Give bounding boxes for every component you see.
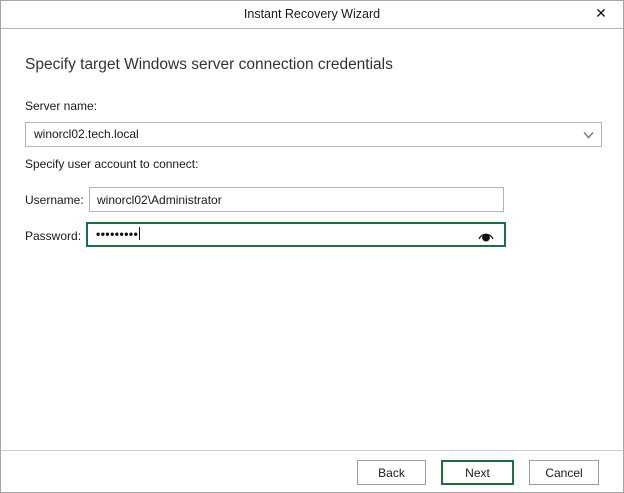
footer-divider [1,450,623,451]
close-button[interactable]: ✕ [585,2,617,27]
user-account-section-label: Specify user account to connect: [25,157,199,171]
instant-recovery-wizard-window: Instant Recovery Wizard ✕ Specify target… [0,0,624,493]
password-label: Password: [25,229,82,243]
username-label: Username: [25,193,84,207]
server-name-label: Server name: [25,99,98,113]
cancel-button[interactable]: Cancel [529,460,599,485]
window-title: Instant Recovery Wizard [243,7,381,21]
password-masked-value: ••••••••• [96,227,139,241]
reveal-password-icon[interactable] [476,226,496,243]
back-button[interactable]: Back [357,460,426,485]
username-field[interactable] [89,187,504,212]
server-name-value: winorcl02.tech.local [34,127,139,141]
page-title: Specify target Windows server connection… [25,56,393,73]
titlebar: Instant Recovery Wizard ✕ [1,1,623,29]
close-icon: ✕ [595,6,607,22]
chevron-down-icon[interactable] [583,131,594,139]
server-name-combobox[interactable]: winorcl02.tech.local [25,122,602,147]
next-button[interactable]: Next [441,460,514,485]
text-caret [139,227,141,240]
password-field[interactable]: ••••••••• [86,222,506,247]
